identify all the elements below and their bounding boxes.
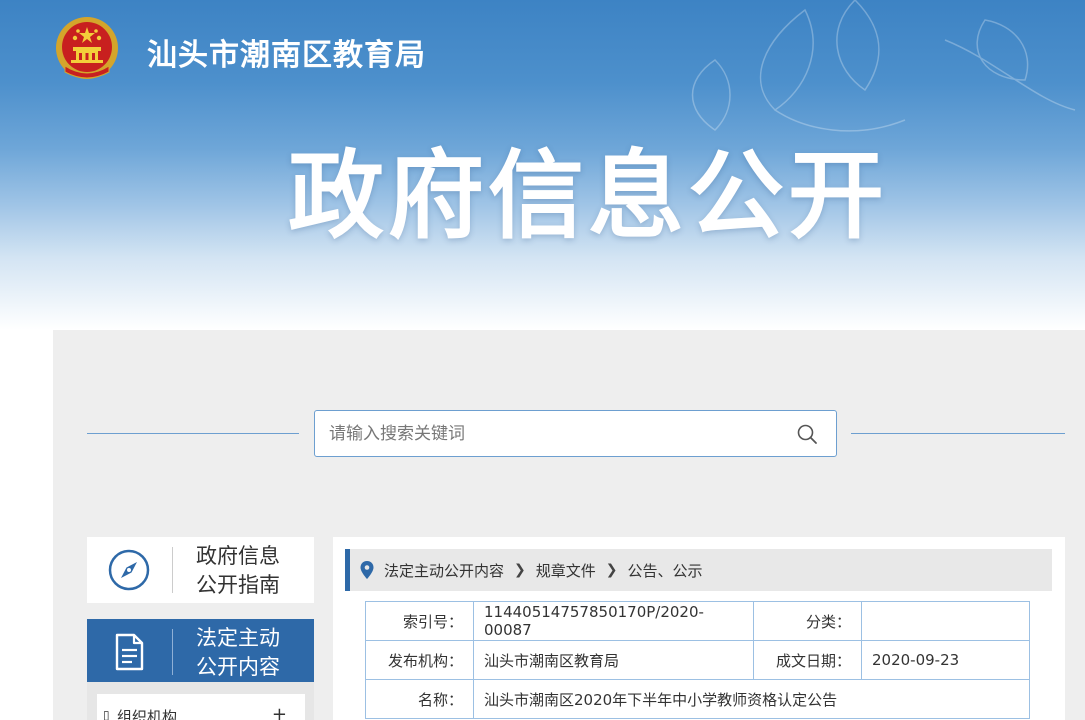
- nav-item-guide[interactable]: 政府信息 公开指南: [87, 537, 314, 603]
- breadcrumb: 法定主动公开内容 ❯ 规章文件 ❯ 公告、公示: [345, 549, 1052, 591]
- nav-label-guide: 政府信息 公开指南: [196, 544, 280, 597]
- compass-icon: [108, 549, 150, 591]
- table-row: 索引号： 11440514757850170P/2020-00087 分类：: [365, 601, 1030, 641]
- name-value: 汕头市潮南区2020年下半年中小学教师资格认定公告: [473, 679, 1030, 719]
- document-meta-table: 索引号： 11440514757850170P/2020-00087 分类： 发…: [365, 601, 1030, 719]
- table-row: 名称： 汕头市潮南区2020年下半年中小学教师资格认定公告: [365, 679, 1030, 719]
- nav-separator: [172, 547, 173, 593]
- file-icon: ▯: [103, 708, 110, 720]
- search-divider-right: [851, 433, 1065, 434]
- search-icon[interactable]: [796, 423, 818, 445]
- publisher-label: 发布机构：: [365, 640, 474, 680]
- name-label: 名称：: [365, 679, 474, 719]
- site-name[interactable]: 汕头市潮南区教育局: [147, 30, 426, 74]
- category-value: [861, 601, 1030, 641]
- header-banner: 汕头市潮南区教育局 政府信息公开: [0, 0, 1085, 330]
- national-emblem-icon: [56, 17, 118, 79]
- index-value: 11440514757850170P/2020-00087: [473, 601, 754, 641]
- nav-subitem-label: 组织机构: [117, 708, 178, 720]
- search-bar: [314, 410, 837, 457]
- hero-title: 政府信息公开: [288, 140, 888, 252]
- breadcrumb-item-regulations[interactable]: 规章文件: [536, 560, 596, 581]
- breadcrumb-item-legal-content[interactable]: 法定主动公开内容: [384, 560, 504, 581]
- breadcrumb-item-announcements[interactable]: 公告、公示: [628, 560, 703, 581]
- location-pin-icon: [360, 561, 374, 579]
- expand-icon[interactable]: +: [272, 704, 287, 720]
- nav-item-legal-content[interactable]: 法定主动 公开内容: [87, 619, 314, 682]
- chevron-right-icon: ❯: [514, 562, 526, 578]
- nav-subitem-organization[interactable]: ▯ 组织机构 +: [97, 694, 305, 720]
- document-icon: [115, 633, 144, 671]
- nav-separator: [172, 629, 173, 675]
- search-divider-left: [87, 433, 299, 434]
- table-row: 发布机构： 汕头市潮南区教育局 成文日期： 2020-09-23: [365, 640, 1030, 680]
- chevron-right-icon: ❯: [605, 562, 618, 578]
- date-label: 成文日期：: [753, 640, 862, 680]
- index-label: 索引号：: [365, 601, 474, 641]
- search-input[interactable]: [329, 421, 769, 447]
- date-value: 2020-09-23: [861, 640, 1030, 680]
- nav-subpanel: ▯ 组织机构 +: [87, 682, 314, 720]
- nav-label-legal-content: 法定主动 公开内容: [196, 626, 280, 679]
- publisher-value: 汕头市潮南区教育局: [473, 640, 754, 680]
- category-label: 分类：: [753, 601, 862, 641]
